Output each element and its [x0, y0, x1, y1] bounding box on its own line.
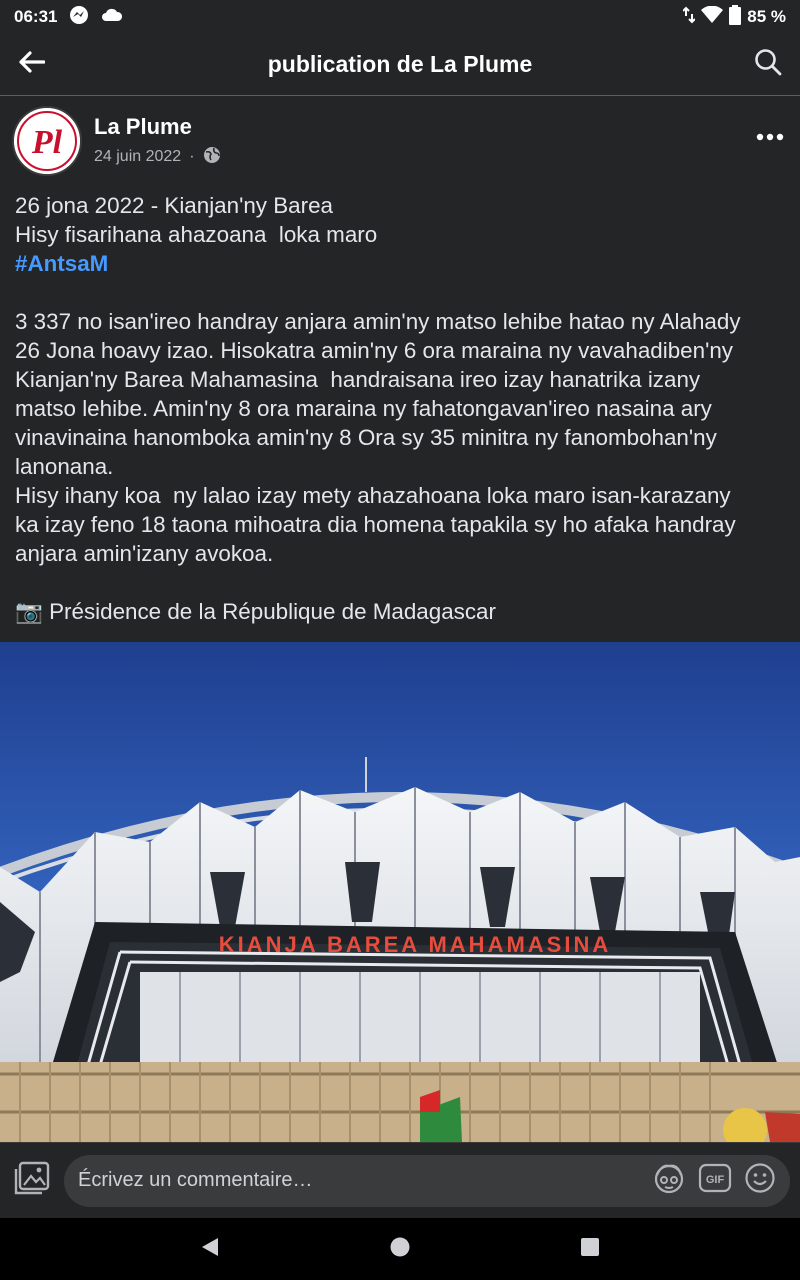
circle-home-icon — [389, 1236, 411, 1263]
app-bar: publication de La Plume — [0, 34, 800, 96]
triangle-back-icon — [200, 1236, 220, 1263]
globe-icon — [203, 146, 221, 169]
post-body: 26 jona 2022 - Kianjan'ny Barea Hisy fis… — [15, 191, 790, 626]
emoji-icon[interactable] — [744, 1162, 776, 1199]
search-icon — [754, 48, 782, 81]
gif-icon[interactable]: GIF — [698, 1163, 732, 1198]
more-options-button[interactable] — [754, 124, 786, 150]
nav-recents-button[interactable] — [570, 1229, 610, 1269]
back-button[interactable] — [0, 34, 64, 96]
avatar[interactable]: Pl — [12, 106, 82, 176]
post-line — [15, 568, 790, 597]
post-line: lanonana. — [15, 454, 114, 479]
post-line: 26 Jona hoavy izao. Hisokatra amin'ny 6 … — [15, 338, 733, 363]
stadium-sign: KIANJA BAREA MAHAMASINA — [219, 932, 611, 957]
add-photo-button[interactable] — [0, 1143, 64, 1219]
battery-level: 85 % — [747, 7, 786, 26]
post-line: Hisy ihany koa ny lalao izay mety ahazah… — [15, 483, 731, 508]
post-line: Hisy fisarihana ahazoana loka maro — [15, 222, 378, 247]
status-time: 06:31 — [14, 7, 58, 26]
comment-input[interactable]: Écrivez un commentaire… GIF — [64, 1154, 790, 1207]
nav-home-button[interactable] — [380, 1229, 420, 1269]
post-line: 3 337 no isan'ireo handray anjara amin'n… — [15, 309, 741, 334]
post-header: Pl La Plume 24 juin 2022 · — [0, 100, 800, 182]
cloud-icon — [101, 7, 123, 28]
post-line: 📷 Présidence de la République de Madagas… — [15, 599, 496, 624]
battery-icon — [729, 4, 742, 30]
status-bar: 06:31 85 % — [0, 0, 800, 34]
search-button[interactable] — [736, 34, 800, 96]
post-date[interactable]: 24 juin 2022 — [94, 148, 181, 166]
post-line: matso lehibe. Amin'ny 8 ora maraina ny f… — [15, 396, 712, 421]
more-options-icon — [756, 128, 784, 146]
page-title: publication de La Plume — [267, 51, 533, 77]
photo-icon — [14, 1161, 50, 1200]
comment-placeholder: Écrivez un commentaire… — [78, 1169, 313, 1191]
arrow-left-icon — [19, 51, 46, 78]
system-nav-bar — [0, 1218, 800, 1280]
comment-bar: Écrivez un commentaire… GIF — [0, 1142, 800, 1218]
messenger-icon — [69, 5, 89, 30]
post-line: 26 jona 2022 - Kianjan'ny Barea — [15, 193, 333, 218]
wifi-icon — [701, 5, 724, 29]
author-name[interactable]: La Plume — [94, 114, 221, 140]
post-line: Kianjan'ny Barea Mahamasina handraisana … — [15, 367, 701, 392]
avatar-sticker-icon[interactable] — [652, 1161, 686, 1200]
avatar-logo: Pl — [31, 124, 63, 161]
nav-back-button[interactable] — [190, 1229, 230, 1269]
gif-label: GIF — [706, 1174, 725, 1186]
hashtag-link[interactable]: #AntsaM — [15, 249, 790, 278]
post-line: ka izay feno 18 taona mihoatra dia homen… — [15, 512, 736, 537]
post-line: anjara amin'izany avokoa. — [15, 541, 274, 566]
post-photo[interactable]: KIANJA BAREA MAHAMASINA — [0, 642, 800, 1142]
data-transfer-icon — [682, 6, 696, 29]
post-line: vinavinaina hanomboka amin'ny 8 Ora sy 3… — [15, 425, 717, 450]
square-recents-icon — [580, 1237, 600, 1262]
post-line — [15, 278, 790, 307]
meta-separator: · — [189, 148, 195, 165]
